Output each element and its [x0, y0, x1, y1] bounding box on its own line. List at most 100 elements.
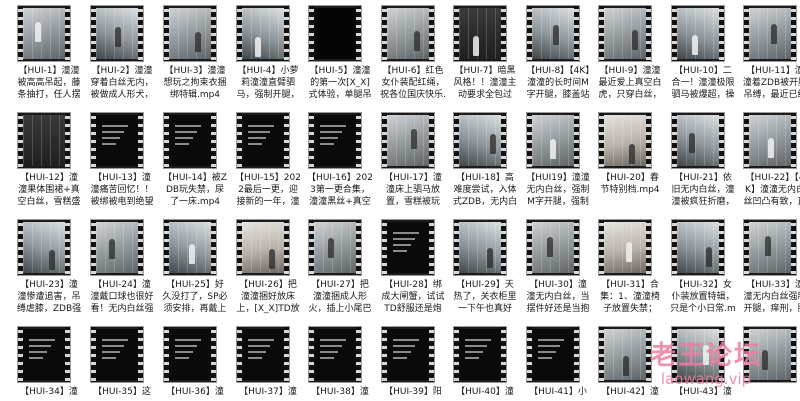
video-thumbnail[interactable] [382, 327, 434, 382]
video-frame [387, 222, 429, 273]
video-frame [23, 329, 65, 380]
video-thumbnail[interactable] [237, 6, 289, 61]
video-thumbnail[interactable] [18, 6, 70, 61]
film-strip-left [744, 6, 749, 61]
film-strip-right [65, 113, 70, 168]
file-name: 【HUI-17】潼潼床上驷马放置，雪糕被玩弄，窒无抵 [384, 173, 442, 207]
video-thumbnail[interactable] [237, 327, 289, 382]
video-thumbnail[interactable] [527, 113, 579, 168]
file-name: 【HUI-21】依旧无内白丝，潼潼被疯狂折磨，挠痒弹 [671, 173, 735, 207]
video-thumbnail[interactable] [164, 113, 216, 168]
file-name: 【HUI-27】把潼潼捆成人形火，插上小尾巴GS，很 [308, 280, 372, 314]
film-strip-left [382, 327, 387, 382]
film-strip-left [527, 113, 532, 168]
video-thumbnail[interactable] [527, 220, 579, 275]
film-strip-left [527, 6, 532, 61]
video-thumbnail[interactable] [672, 220, 724, 275]
video-thumbnail[interactable] [744, 6, 796, 61]
film-strip-right [284, 220, 289, 275]
video-thumbnail[interactable] [599, 327, 651, 382]
film-strip-right [356, 6, 361, 61]
video-thumbnail[interactable] [382, 113, 434, 168]
video-thumbnail[interactable] [599, 6, 651, 61]
film-strip-right [501, 220, 506, 275]
video-frame [23, 222, 65, 273]
video-frame [459, 329, 501, 380]
film-strip-left [164, 113, 169, 168]
file-name: 【HUI-3】潼潼想玩之拘束衣捆绑特辑.mp4 [163, 66, 227, 100]
video-thumbnail[interactable] [672, 6, 724, 61]
video-thumbnail[interactable] [744, 113, 796, 168]
video-thumbnail[interactable] [18, 220, 70, 275]
video-frame [169, 222, 211, 273]
file-name: 【HUI-37】潼 [239, 387, 297, 397]
video-thumbnail[interactable] [454, 113, 506, 168]
video-thumbnail[interactable] [164, 6, 216, 61]
video-thumbnail[interactable] [91, 6, 143, 61]
video-thumbnail[interactable] [599, 113, 651, 168]
video-frame [314, 115, 356, 166]
film-strip-right [791, 113, 796, 168]
file-name: 【HUI-24】潼潼戴口球也很好看！无内白丝强高，口 [90, 280, 154, 314]
video-thumbnail[interactable] [91, 220, 143, 275]
video-thumbnail[interactable] [309, 6, 361, 61]
video-thumbnail[interactable] [18, 327, 70, 382]
video-thumbnail[interactable] [164, 327, 216, 382]
video-thumbnail[interactable] [744, 220, 796, 275]
video-thumbnail[interactable] [454, 220, 506, 275]
film-strip-left [309, 113, 314, 168]
file-name: 【HUI-1】潼潼被高高吊起，藤条抽打，任人摆 [17, 66, 81, 100]
film-strip-left [672, 113, 677, 168]
video-thumbnail[interactable] [382, 6, 434, 61]
film-strip-right [211, 113, 216, 168]
video-thumbnail[interactable] [18, 113, 70, 168]
film-strip-right [211, 220, 216, 275]
video-thumbnail[interactable] [454, 327, 506, 382]
video-thumbnail[interactable] [454, 6, 506, 61]
file-name: 【HUI-9】潼潼最近爱上真空白虎，只穿白丝，曲腿 [598, 66, 662, 100]
video-frame [169, 329, 211, 380]
film-strip-right [138, 113, 143, 168]
film-strip-left [237, 327, 242, 382]
video-thumbnail[interactable] [309, 327, 361, 382]
video-frame [169, 115, 211, 166]
video-frame [242, 115, 284, 166]
video-thumbnail[interactable] [672, 327, 724, 382]
video-thumbnail[interactable] [527, 6, 579, 61]
film-strip-right [501, 113, 506, 168]
file-name: 【HUI-6】红色女仆装配红绳，祝各位国庆快乐.mp4 [380, 66, 446, 100]
file-name: 【HUI-30】潼潼无内白丝，当摆件好还是当抱枕好（ [526, 280, 590, 314]
video-thumbnail[interactable] [91, 113, 143, 168]
video-frame [314, 8, 356, 59]
film-strip-right [429, 6, 434, 61]
video-frame [677, 329, 719, 380]
film-strip-left [309, 6, 314, 61]
video-thumbnail[interactable] [382, 220, 434, 275]
video-thumbnail[interactable] [237, 113, 289, 168]
video-frame [532, 222, 574, 273]
film-strip-left [309, 220, 314, 275]
film-strip-right [138, 6, 143, 61]
video-thumbnail[interactable] [91, 327, 143, 382]
video-thumbnail[interactable] [599, 220, 651, 275]
film-strip-left [91, 220, 96, 275]
video-thumbnail[interactable] [309, 113, 361, 168]
video-thumbnail[interactable] [672, 113, 724, 168]
film-strip-left [382, 220, 387, 275]
video-frame [23, 115, 65, 166]
file-name: 【HUI-29】天热了，关衣柜里一下午也真好了，帮她子 [453, 280, 517, 314]
video-thumbnail[interactable] [744, 327, 796, 382]
video-thumbnail[interactable] [237, 220, 289, 275]
video-frame [96, 115, 138, 166]
video-frame [459, 115, 501, 166]
video-frame [604, 115, 646, 166]
film-strip-left [91, 327, 96, 382]
video-thumbnail[interactable] [309, 220, 361, 275]
video-thumbnail[interactable] [164, 220, 216, 275]
file-name: 【HUI-39】阳 [384, 387, 442, 397]
file-name: 【HUI-13】潼潼痛苦回忆！！被绑被电到绝望哭了一 [90, 173, 154, 207]
film-strip-right [501, 6, 506, 61]
video-thumbnail[interactable] [527, 327, 579, 382]
film-strip-right [719, 327, 724, 382]
film-strip-right [138, 220, 143, 275]
